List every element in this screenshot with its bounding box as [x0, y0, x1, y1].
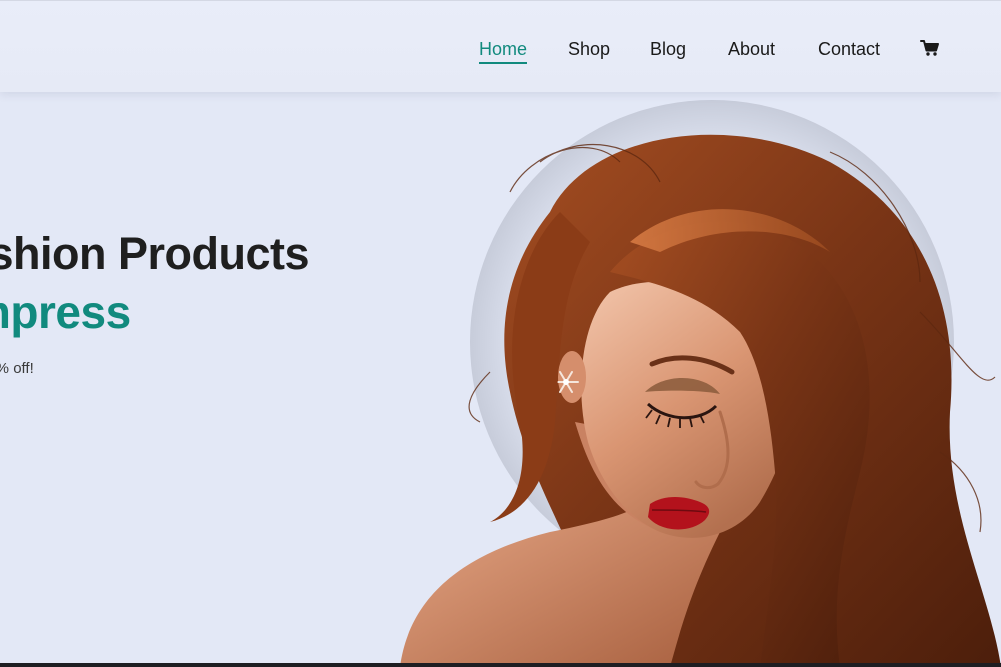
hero-subtitle: mpress — [0, 286, 131, 338]
shopping-cart-icon[interactable] — [920, 39, 940, 57]
hero-image — [360, 92, 1001, 667]
bottom-border — [0, 663, 1001, 667]
nav-link-contact[interactable]: Contact — [818, 38, 880, 60]
nav-link-about[interactable]: About — [728, 38, 775, 60]
nav-link-home[interactable]: Home — [479, 38, 528, 64]
site-header: Home Shop Blog About Contact — [0, 0, 1001, 92]
hero-title: ashion Products — [0, 228, 310, 279]
page: Home Shop Blog About Contact ashion Prod… — [0, 0, 1001, 667]
hero-offer-text: 70% off! — [0, 360, 34, 377]
nav-link-blog[interactable]: Blog — [650, 38, 686, 60]
nav-link-shop[interactable]: Shop — [568, 38, 610, 60]
main-nav: Home Shop Blog About Contact — [0, 1, 1001, 93]
